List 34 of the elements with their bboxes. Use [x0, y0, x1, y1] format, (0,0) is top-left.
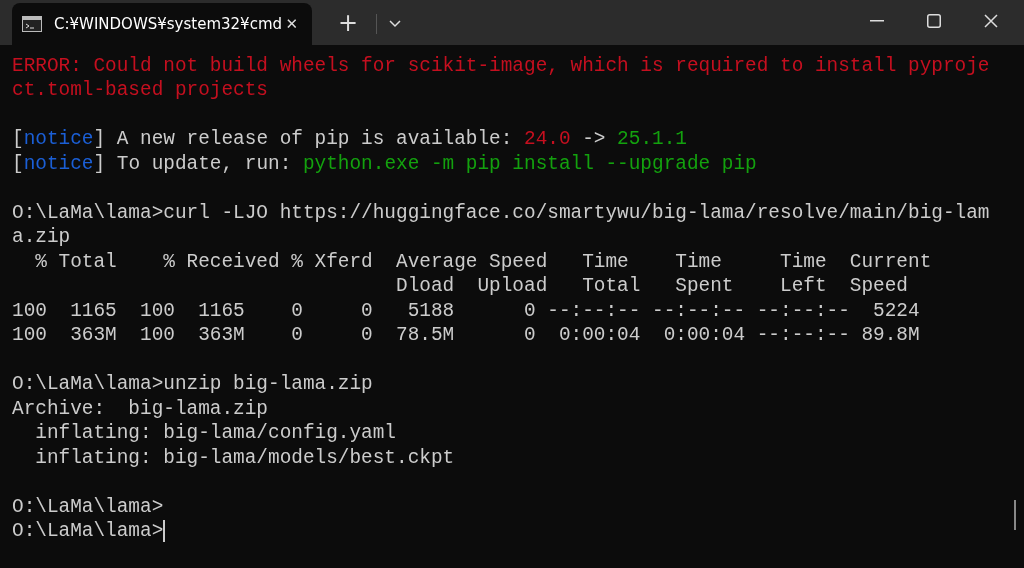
terminal-text: -> — [581, 128, 607, 150]
terminal-text: inflating: big-lama/config.yaml — [34, 422, 396, 444]
terminal-text: O:\LaMa\lama> — [12, 495, 164, 518]
terminal-text: % Total % Received % Xferd Average Speed Time Time Time Current — [34, 250, 932, 273]
close-icon[interactable] — [984, 14, 998, 29]
maximize-icon[interactable] — [927, 14, 941, 29]
terminal-text: [ — [12, 128, 24, 150]
minimize-icon[interactable] — [870, 20, 884, 23]
close-tab-button[interactable]: ✕ — [285, 14, 298, 33]
terminal-text: Dload Upload Total Spent Left Speed — [395, 275, 908, 297]
terminal-text: inflating: big-lama/models/best.ckpt — [34, 446, 455, 469]
terminal-text: 100 363M 100 363M 0 0 78.5M 0 0:00:04 0:00:04 --:--:-- 89.8M — [12, 324, 920, 346]
terminal-text: ct.toml-based projects — [12, 79, 268, 101]
terminal-text: notice — [23, 152, 94, 175]
terminal-text: O:\LaMa\lama>unzip big-lama.zip — [12, 373, 373, 395]
scrollbar[interactable] — [1014, 499, 1016, 530]
terminal-text: python.exe -m pip install --upgrade pip — [302, 152, 757, 175]
terminal-icon — [22, 15, 42, 32]
terminal-text: notice — [23, 128, 94, 150]
terminal-tab[interactable]: C:¥WINDOWS¥system32¥cmd ✕ — [12, 2, 312, 45]
terminal-text: ] A new release of pip is available: — [93, 128, 514, 150]
terminal-text: 24.0 — [524, 128, 571, 150]
terminal-text: 100 1165 100 1165 0 0 5188 0 --:--:-- --:--:-- --:--:-- 5224 — [12, 299, 920, 322]
terminal-text: 25.1.1 — [617, 128, 687, 150]
terminal-text: ] To update, run: — [93, 152, 293, 175]
dropdown-icon[interactable] — [389, 19, 402, 28]
terminal-text: ERROR: Could not build wheels for scikit-image, which is required to install pyproje — [12, 54, 990, 77]
terminal-text: O:\LaMa\lama>curl -LJO https://huggingface.co/smartywu/big-lama/resolve/main/big-lam — [12, 201, 990, 224]
terminal-text: O:\LaMa\lama> — [12, 520, 164, 542]
terminal-text: Archive: big-lama.zip — [12, 397, 268, 420]
terminal-text: a.zip — [12, 226, 71, 248]
new-tab-button[interactable]: + — [334, 2, 363, 45]
terminal-text: [ — [12, 152, 24, 175]
tab-title: C:¥WINDOWS¥system32¥cmd — [54, 14, 284, 33]
